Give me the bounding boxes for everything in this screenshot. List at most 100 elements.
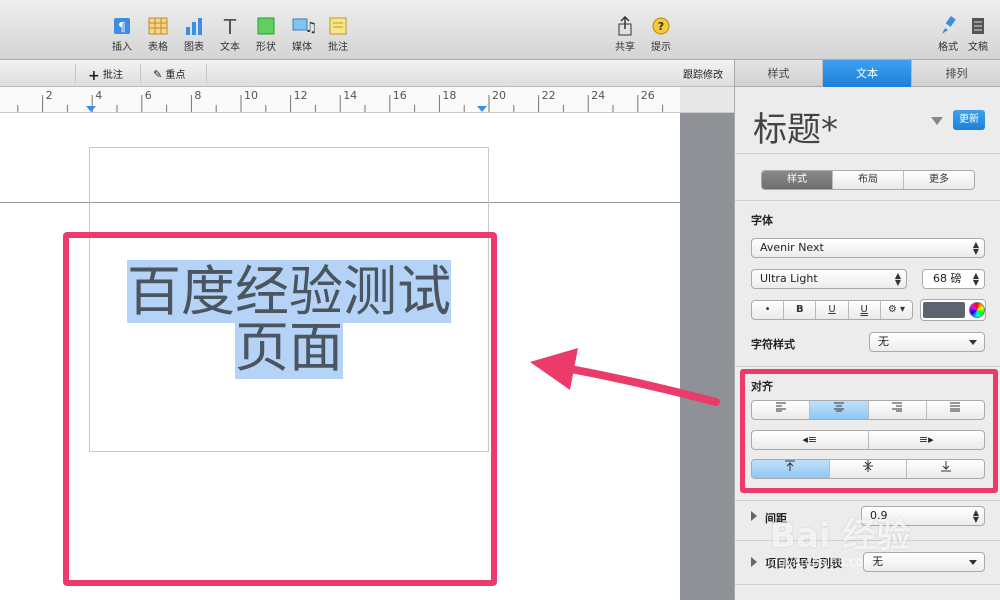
document-label: 文稿 (968, 42, 988, 53)
char-style-select[interactable]: 无 (869, 332, 985, 352)
updown-icon: ▲ ▼ (972, 508, 979, 524)
inspector-tabs: 样式 文本 排列 (735, 60, 1000, 87)
ruler-tick-label: 14 (343, 89, 358, 102)
subtab-more[interactable]: 更多 (904, 171, 974, 189)
chevron-down-icon (969, 340, 977, 345)
share-icon (615, 15, 635, 36)
horizontal-ruler[interactable]: 246810121416182022242628 (0, 87, 680, 113)
text-label: 文本 (220, 42, 240, 53)
divider (140, 64, 141, 83)
svg-text:?: ? (658, 20, 664, 33)
bold-button[interactable]: B (784, 301, 817, 319)
tab-arrange[interactable]: 排列 (912, 60, 1000, 87)
insert-button[interactable]: ¶ 插入 (102, 14, 142, 56)
text-color-well[interactable] (920, 299, 986, 321)
font-weight-value: Ultra Light (760, 272, 818, 285)
tips-button[interactable]: ? 提示 (641, 14, 681, 56)
text-subtabs: 样式 布局 更多 (761, 170, 975, 190)
help-icon: ? (651, 16, 671, 36)
highlight-label: 重点 (165, 70, 186, 81)
share-button[interactable]: 共享 (605, 14, 645, 56)
add-comment-button[interactable]: + 批注 (88, 66, 123, 84)
plus-icon: + (88, 68, 100, 84)
text-format-buttons: • B U U ⚙ ▾ (751, 300, 913, 320)
paintbrush-icon (938, 16, 958, 36)
ruler-margin (680, 87, 734, 113)
char-style-value: 无 (878, 335, 889, 348)
ruler-tick-label: 16 (392, 89, 407, 102)
text-color-swatch[interactable] (923, 302, 965, 318)
table-button[interactable]: 表格 (138, 14, 178, 56)
insert-icon: ¶ (112, 16, 132, 36)
media-button[interactable]: ♫ 媒体 (282, 14, 322, 56)
stepper-icon: ▲ ▼ (972, 271, 979, 287)
shape-icon (256, 16, 276, 36)
comment-icon (328, 16, 348, 36)
text-button[interactable]: T 文本 (210, 14, 250, 56)
ruler-tick-label: 18 (442, 89, 457, 102)
ruler-tick-label: 24 (591, 89, 606, 102)
divider (735, 153, 1000, 154)
font-size-value: 68 磅 (933, 272, 962, 285)
divider (735, 366, 1000, 367)
ruler-tick-label: 12 (293, 89, 308, 102)
gear-icon: ⚙ (887, 304, 897, 315)
indent-marker-icon (86, 106, 96, 112)
updown-icon: ▲ ▼ (972, 240, 979, 256)
divider (735, 500, 1000, 501)
share-label: 共享 (615, 42, 635, 53)
subtab-style[interactable]: 样式 (762, 171, 833, 189)
text-icon: T (220, 15, 240, 39)
update-style-button[interactable]: 更新 (953, 110, 985, 130)
chart-button[interactable]: 图表 (174, 14, 214, 56)
font-family-select[interactable]: Avenir Next ▲ ▼ (751, 238, 985, 258)
watermark-logo: Bai 经验 (770, 516, 911, 556)
annotation-arrow (530, 348, 720, 406)
color-wheel-icon[interactable] (969, 302, 985, 318)
divider (206, 64, 207, 83)
ruler-tick-label: 6 (144, 89, 152, 102)
disclosure-triangle-icon[interactable] (751, 557, 757, 567)
underline-button[interactable]: U (816, 301, 849, 319)
pen-icon: ✎ (153, 68, 163, 81)
comment-button[interactable]: 批注 (318, 14, 358, 56)
chart-label: 图表 (184, 42, 204, 53)
bullet-button[interactable]: • (752, 301, 785, 319)
font-family-value: Avenir Next (760, 241, 824, 254)
comment-bar: + 批注 ✎ 重点 跟踪修改 (0, 60, 734, 87)
svg-text:T: T (223, 16, 237, 36)
track-changes-button[interactable]: 跟踪修改 (683, 66, 723, 81)
text-options-button[interactable]: ⚙ ▾ (881, 301, 912, 319)
watermark-url: jingyan.baidu.com (764, 555, 875, 569)
shape-button[interactable]: 形状 (246, 14, 286, 56)
annotation-box-textbox (63, 232, 497, 586)
tips-label: 提示 (651, 42, 671, 53)
updown-icon: ▲ ▼ (894, 271, 901, 287)
svg-text:♫: ♫ (305, 20, 316, 36)
paragraph-style-name[interactable]: 标题* (753, 102, 838, 151)
insert-label: 插入 (112, 42, 132, 53)
table-label: 表格 (148, 42, 168, 53)
font-label: 字体 (751, 214, 773, 227)
comment-label: 批注 (328, 42, 348, 53)
ruler-tick-label: 2 (45, 89, 53, 102)
disclosure-triangle-icon[interactable] (751, 511, 757, 521)
document-icon (968, 16, 988, 36)
annotation-box-alignment (740, 369, 998, 493)
highlight-button[interactable]: ✎ 重点 (153, 66, 185, 81)
font-weight-select[interactable]: Ultra Light ▲ ▼ (751, 269, 907, 289)
track-changes-label: 跟踪修改 (683, 70, 723, 81)
font-size-field[interactable]: 68 磅 ▲ ▼ (922, 269, 985, 289)
char-style-label: 字符样式 (751, 338, 795, 351)
divider (735, 200, 1000, 201)
tab-text[interactable]: 文本 (823, 60, 912, 87)
subtab-layout[interactable]: 布局 (833, 171, 904, 189)
double-underline-button[interactable]: U (849, 301, 881, 319)
chevron-down-icon (969, 560, 977, 565)
style-menu-arrow-icon[interactable] (931, 117, 943, 125)
shape-label: 形状 (256, 42, 276, 53)
tab-style[interactable]: 样式 (735, 60, 823, 87)
table-icon (148, 16, 168, 36)
svg-text:¶: ¶ (118, 20, 126, 34)
document-button[interactable]: 文稿 (958, 14, 998, 56)
